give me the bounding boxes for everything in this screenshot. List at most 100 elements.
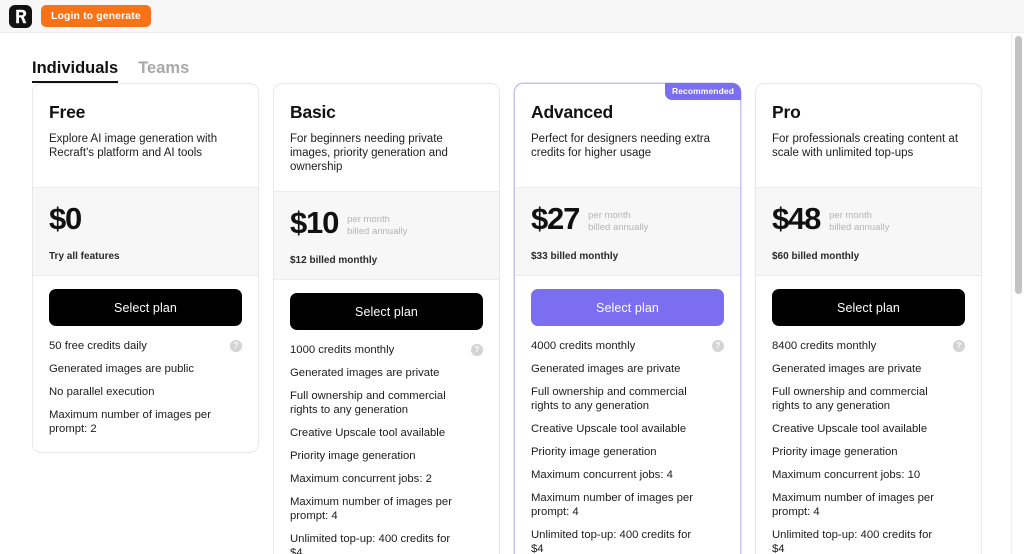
page-body: Individuals Teams Free Explore AI image g… (0, 33, 1024, 554)
feature-text: Maximum number of images per prompt: 4 (290, 496, 452, 522)
feature-item: Full ownership and commercial rights to … (290, 389, 483, 426)
pricing-card-basic: Basic For beginners needing private image… (273, 83, 500, 554)
select-plan-button[interactable]: Select plan (290, 293, 483, 330)
feature-item: Creative Upscale tool available (290, 426, 483, 449)
feature-text: Maximum concurrent jobs: 2 (290, 473, 432, 485)
price-amount: $10 (290, 205, 339, 240)
feature-item: 4000 credits monthly? (531, 339, 724, 362)
help-icon[interactable]: ? (471, 344, 483, 356)
feature-item: 50 free credits daily? (49, 339, 242, 362)
feature-item: Generated images are public (49, 362, 242, 385)
feature-item: Priority image generation (531, 445, 724, 468)
help-icon[interactable]: ? (953, 340, 965, 352)
feature-text: Maximum number of images per prompt: 4 (531, 492, 693, 518)
plan-description: For beginners needing private images, pr… (290, 133, 448, 173)
help-icon[interactable]: ? (230, 340, 242, 352)
cta-wrap: Select plan (33, 276, 258, 339)
price-row: $48 per month billed annually (772, 201, 965, 239)
feature-item: Maximum concurrent jobs: 4 (531, 468, 724, 491)
login-to-generate-button[interactable]: Login to generate (41, 5, 151, 27)
price-note: Try all features (49, 251, 120, 262)
select-plan-button[interactable]: Select plan (531, 289, 724, 326)
feature-item: Maximum number of images per prompt: 2 (49, 408, 242, 436)
pricing-card-list: Free Explore AI image generation with Rec… (32, 83, 1008, 554)
feature-text: Creative Upscale tool available (290, 427, 446, 439)
feature-item: Generated images are private (772, 362, 965, 385)
feature-item: Priority image generation (290, 449, 483, 472)
feature-item: No parallel execution (49, 385, 242, 408)
scrollbar-thumb[interactable] (1015, 36, 1022, 294)
feature-text: Generated images are public (49, 363, 195, 375)
price-row: $0 (49, 201, 242, 239)
feature-text: Priority image generation (772, 446, 898, 458)
price-period-line: per month (347, 214, 390, 225)
select-plan-button[interactable]: Select plan (49, 289, 242, 326)
feature-text: Priority image generation (531, 446, 657, 458)
feature-item: Priority image generation (772, 445, 965, 468)
feature-list: 8400 credits monthly? Generated images ar… (756, 339, 981, 554)
feature-item: Maximum number of images per prompt: 4 (772, 491, 965, 528)
feature-text: No parallel execution (49, 386, 155, 398)
price-period-line: per month (588, 210, 631, 221)
feature-text: Unlimited top-up: 400 credits for $4 (531, 529, 692, 554)
plan-description: For professionals creating content at sc… (772, 133, 959, 159)
feature-item: 8400 credits monthly? (772, 339, 965, 362)
feature-item: Maximum number of images per prompt: 4 (290, 495, 483, 532)
feature-item: Unlimited top-up: 400 credits for $4 (772, 528, 965, 554)
feature-text: Full ownership and commercial rights to … (772, 386, 928, 412)
plan-description: Explore AI image generation with Recraft… (49, 133, 218, 159)
price-amount: $27 (531, 201, 580, 236)
plan-name: Pro (772, 102, 801, 122)
feature-text: Generated images are private (772, 363, 922, 375)
feature-item: Full ownership and commercial rights to … (772, 385, 965, 422)
feature-text: Maximum number of images per prompt: 4 (772, 492, 934, 518)
feature-text: Full ownership and commercial rights to … (290, 390, 446, 416)
plan-name: Free (49, 102, 86, 122)
help-icon[interactable]: ? (712, 340, 724, 352)
plan-description: Perfect for designers needing extra cred… (531, 133, 710, 159)
feature-text: 8400 credits monthly (772, 340, 877, 352)
plan-name: Basic (290, 102, 336, 122)
feature-text: Priority image generation (290, 450, 416, 462)
pricing-card-advanced: Recommended Advanced Perfect for designers… (514, 83, 741, 554)
price-row: $27 per month billed annually (531, 201, 724, 239)
feature-text: Maximum concurrent jobs: 10 (772, 469, 921, 481)
feature-item: Maximum concurrent jobs: 10 (772, 468, 965, 491)
feature-text: Creative Upscale tool available (772, 423, 928, 435)
price-period: per month billed annually (588, 201, 648, 233)
feature-list: 4000 credits monthly? Generated images ar… (515, 339, 740, 554)
feature-text: Full ownership and commercial rights to … (531, 386, 687, 412)
audience-tabs: Individuals Teams (32, 33, 1008, 83)
feature-item: Generated images are private (531, 362, 724, 385)
tab-teams[interactable]: Teams (138, 58, 189, 83)
feature-text: Generated images are private (290, 367, 440, 379)
feature-text: 1000 credits monthly (290, 344, 395, 356)
price-panel: $27 per month billed annually $33 billed mo… (515, 187, 740, 276)
recraft-logo-icon[interactable] (9, 4, 32, 28)
price-row: $10 per month billed annually (290, 205, 483, 243)
price-panel: $10 per month billed annually $12 billed mo… (274, 191, 499, 280)
price-amount: $48 (772, 201, 821, 236)
recraft-logo-glyph (15, 9, 26, 23)
card-header: Pro For professionals creating content at… (756, 84, 981, 187)
feature-text: Creative Upscale tool available (531, 423, 687, 435)
price-period-line: billed annually (829, 221, 890, 233)
price-note: $33 billed monthly (531, 251, 619, 262)
cta-wrap: Select plan (274, 280, 499, 343)
recommended-badge: Recommended (664, 83, 741, 100)
price-period-line: billed annually (588, 221, 649, 233)
top-bar: Login to generate (0, 0, 1024, 33)
feature-item: Unlimited top-up: 400 credits for $4 (531, 528, 724, 554)
page-scrollbar[interactable] (1011, 33, 1024, 554)
tab-individuals[interactable]: Individuals (32, 58, 119, 83)
feature-list: 50 free credits daily? Generated images a… (33, 339, 258, 452)
price-period-line: per month (829, 210, 872, 221)
cta-wrap: Select plan (515, 276, 740, 339)
feature-text: 4000 credits monthly (531, 340, 636, 352)
feature-item: 1000 credits monthly? (290, 343, 483, 366)
feature-text: Unlimited top-up: 400 credits for $4 (772, 529, 933, 554)
select-plan-button[interactable]: Select plan (772, 289, 965, 326)
price-period: per month billed annually (347, 205, 407, 237)
price-note: $12 billed monthly (290, 255, 378, 266)
feature-item: Creative Upscale tool available (531, 422, 724, 445)
